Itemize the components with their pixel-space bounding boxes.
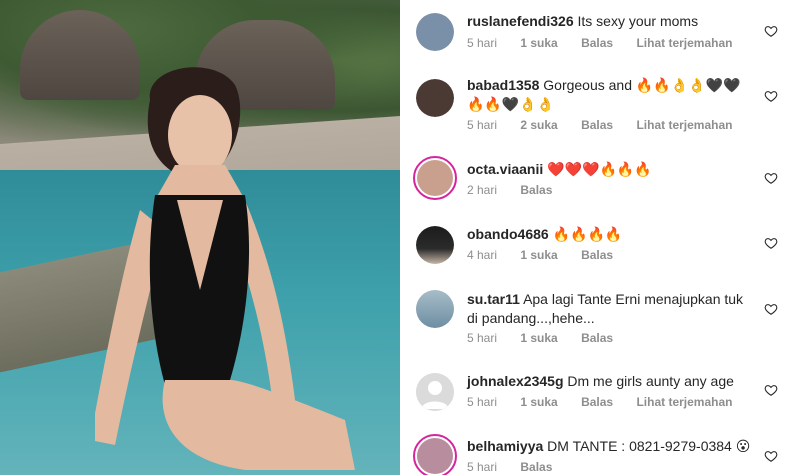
avatar[interactable] (416, 373, 454, 411)
comment-body: ruslanefendi326 Its sexy your moms (467, 12, 757, 31)
comment-username[interactable]: octa.viaanii (467, 161, 543, 177)
avatar-image (416, 290, 454, 328)
comment-time[interactable]: 4 hari (467, 248, 497, 262)
comments-panel: ruslanefendi326 Its sexy your moms 5 har… (400, 0, 800, 475)
comment-username[interactable]: belhamiyya (467, 438, 543, 454)
default-avatar-icon (416, 373, 454, 411)
comment-username[interactable]: ruslanefendi326 (467, 13, 574, 29)
comment-username[interactable]: johnalex2345g (467, 373, 564, 389)
see-translation-button[interactable]: Lihat terjemahan (636, 36, 732, 50)
comment-text: Its sexy your moms (577, 13, 699, 29)
likes-count[interactable]: 1 suka (520, 248, 557, 262)
likes-count[interactable]: 2 suka (520, 118, 557, 132)
avatar-image (417, 160, 453, 196)
avatar[interactable] (416, 290, 454, 328)
heart-icon[interactable] (764, 383, 778, 397)
comment-meta: 5 hari Balas (467, 460, 572, 474)
avatar-story-ring[interactable] (413, 156, 457, 200)
comment-time[interactable]: 5 hari (467, 460, 497, 474)
comment-username[interactable]: obando4686 (467, 226, 549, 242)
reply-button[interactable]: Balas (581, 36, 613, 50)
person-figure (95, 67, 355, 470)
comment-text: 🔥🔥🔥🔥 (552, 226, 623, 242)
comment-meta: 2 hari Balas (467, 183, 572, 197)
reply-button[interactable]: Balas (581, 118, 613, 132)
comment-body: octa.viaanii ❤️❤️❤️🔥🔥🔥 (467, 160, 757, 179)
heart-icon[interactable] (764, 171, 778, 185)
avatar[interactable] (416, 79, 454, 117)
comment-time[interactable]: 5 hari (467, 118, 497, 132)
avatar[interactable] (416, 226, 454, 264)
comment-meta: 5 hari 2 suka Balas Lihat terjemahan (467, 118, 752, 132)
comment-username[interactable]: su.tar11 (467, 291, 520, 307)
comment-body: babad1358 Gorgeous and 🔥🔥👌👌🖤🖤🔥🔥🖤👌👌 (467, 76, 757, 114)
comment-time[interactable]: 5 hari (467, 36, 497, 50)
avatar-image (416, 226, 454, 264)
heart-icon[interactable] (764, 236, 778, 250)
heart-icon[interactable] (764, 89, 778, 103)
comment-text: Dm me girls aunty any age (567, 373, 734, 389)
heart-icon[interactable] (764, 302, 778, 316)
reply-button[interactable]: Balas (581, 395, 613, 409)
avatar-image (416, 13, 454, 51)
comment-time[interactable]: 5 hari (467, 395, 497, 409)
comment-text: DM TANTE : 0821-9279-0384 😮 (547, 438, 751, 454)
see-translation-button[interactable]: Lihat terjemahan (636, 118, 732, 132)
likes-count[interactable]: 1 suka (520, 331, 557, 345)
comment-body: johnalex2345g Dm me girls aunty any age (467, 372, 757, 391)
comment-username[interactable]: babad1358 (467, 77, 539, 93)
avatar-story-ring[interactable] (413, 434, 457, 475)
heart-icon[interactable] (764, 449, 778, 463)
likes-count[interactable]: 1 suka (520, 36, 557, 50)
reply-button[interactable]: Balas (581, 248, 613, 262)
comment-body: obando4686 🔥🔥🔥🔥 (467, 225, 757, 244)
reply-button[interactable]: Balas (520, 183, 552, 197)
comment-meta: 5 hari 1 suka Balas (467, 331, 633, 345)
comment-body: belhamiyya DM TANTE : 0821-9279-0384 😮 (467, 437, 757, 456)
likes-count[interactable]: 1 suka (520, 395, 557, 409)
comment-meta: 5 hari 1 suka Balas Lihat terjemahan (467, 395, 752, 409)
comment-body: su.tar11 Apa lagi Tante Erni menajupkan … (467, 290, 757, 328)
heart-icon[interactable] (764, 24, 778, 38)
reply-button[interactable]: Balas (520, 460, 552, 474)
reply-button[interactable]: Balas (581, 331, 613, 345)
comment-time[interactable]: 2 hari (467, 183, 497, 197)
comment-time[interactable]: 5 hari (467, 331, 497, 345)
avatar-image (417, 438, 453, 474)
avatar[interactable] (416, 13, 454, 51)
comment-text: ❤️❤️❤️🔥🔥🔥 (547, 161, 652, 177)
avatar-image (416, 79, 454, 117)
comment-meta: 4 hari 1 suka Balas (467, 248, 633, 262)
post-photo (0, 0, 400, 475)
see-translation-button[interactable]: Lihat terjemahan (636, 395, 732, 409)
comment-meta: 5 hari 1 suka Balas Lihat terjemahan (467, 36, 752, 50)
